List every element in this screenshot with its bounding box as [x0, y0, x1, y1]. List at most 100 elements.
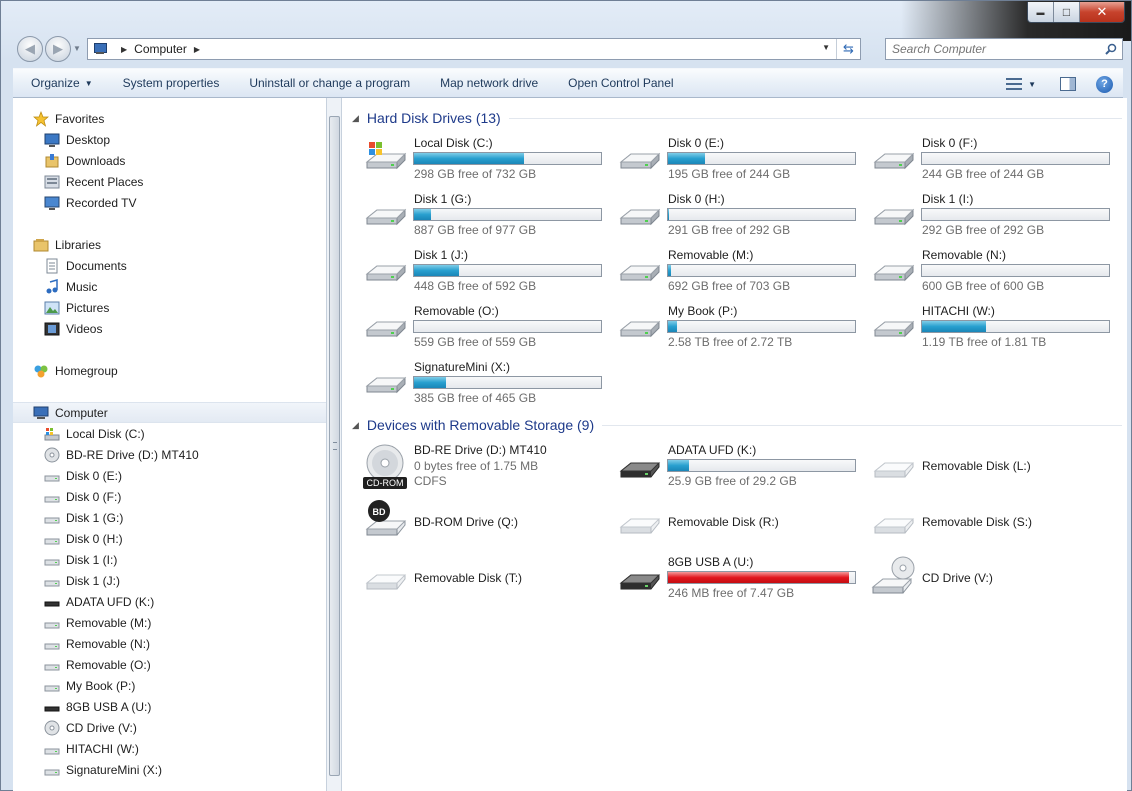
forward-button[interactable]: ▶	[45, 36, 71, 62]
organize-button[interactable]: Organize ▼	[13, 68, 108, 98]
nav-item-documents[interactable]: Documents	[13, 255, 326, 276]
hard-drive-icon	[361, 248, 409, 296]
refresh-button[interactable]: ⇆	[836, 39, 860, 59]
device-adata-ufd-k[interactable]: ADATA UFD (K:) 25.9 GB free of 29.2 GB	[615, 443, 865, 493]
disc-drive-icon	[44, 720, 60, 736]
address-history-dropdown-icon[interactable]: ▼	[822, 43, 830, 52]
drive-removable-n[interactable]: Removable (N:) 600 GB free of 600 GB	[869, 248, 1119, 298]
nav-item-recent-places[interactable]: Recent Places	[13, 171, 326, 192]
nav-item-signaturemini-x[interactable]: SignatureMini (X:)	[13, 759, 326, 780]
capacity-bar	[413, 264, 602, 277]
drive-disk-0-h[interactable]: Disk 0 (H:) 291 GB free of 292 GB	[615, 192, 865, 242]
nav-favorites[interactable]: Favorites	[13, 108, 326, 129]
group-header-removable-storage[interactable]: ◢ Devices with Removable Storage (9)	[352, 414, 1122, 436]
device-cd-drive-v[interactable]: CD Drive (V:)	[869, 555, 1119, 605]
nav-item-videos[interactable]: Videos	[13, 318, 326, 339]
device-removable-disk-l[interactable]: Removable Disk (L:)	[869, 443, 1119, 493]
nav-item-my-book-p[interactable]: My Book (P:)	[13, 675, 326, 696]
nav-item-disk-0-h[interactable]: Disk 0 (H:)	[13, 528, 326, 549]
drive-disk-1-g[interactable]: Disk 1 (G:) 887 GB free of 977 GB	[361, 192, 611, 242]
nav-item-downloads[interactable]: Downloads	[13, 150, 326, 171]
removable-disk-icon	[361, 555, 409, 603]
drive-my-book-p[interactable]: My Book (P:) 2.58 TB free of 2.72 TB	[615, 304, 865, 354]
nav-item-hitachi-w[interactable]: HITACHI (W:)	[13, 738, 326, 759]
help-icon[interactable]: ?	[1096, 75, 1113, 93]
address-bar[interactable]: ▶ Computer ▶ ▼ ⇆	[87, 38, 861, 60]
uninstall-program-button[interactable]: Uninstall or change a program	[234, 68, 425, 98]
breadcrumb-computer[interactable]: Computer	[134, 42, 187, 56]
device-bd-re-drive-d-mt410[interactable]: CD-ROM BD-RE Drive (D:) MT410 0 bytes free…	[361, 443, 611, 493]
group-header-hard-disk-drives[interactable]: ◢ Hard Disk Drives (13)	[352, 107, 1122, 129]
nav-item-desktop[interactable]: Desktop	[13, 129, 326, 150]
nav-item-music[interactable]: Music	[13, 276, 326, 297]
favorites-star-icon	[33, 110, 49, 127]
change-view-icon[interactable]	[1006, 78, 1023, 90]
nav-item-removable-o[interactable]: Removable (O:)	[13, 654, 326, 675]
collapse-triangle-icon[interactable]: ◢	[352, 420, 359, 431]
nav-item-removable-n[interactable]: Removable (N:)	[13, 633, 326, 654]
device-bd-rom-drive-q[interactable]: BD BD-ROM Drive (Q:)	[361, 499, 611, 549]
nav-item-disk-0-e[interactable]: Disk 0 (E:)	[13, 465, 326, 486]
drive-disk-0-f[interactable]: Disk 0 (F:) 244 GB free of 244 GB	[869, 136, 1119, 186]
search-icon[interactable]	[1105, 43, 1117, 55]
navigation-scrollbar[interactable]	[326, 98, 342, 791]
search-box[interactable]	[885, 38, 1123, 60]
nav-libraries[interactable]: Libraries	[13, 234, 326, 255]
preview-pane-icon[interactable]	[1060, 77, 1076, 91]
nav-item-disk-1-j[interactable]: Disk 1 (J:)	[13, 570, 326, 591]
hard-drive-icon	[44, 615, 60, 631]
drive-disk-1-j[interactable]: Disk 1 (J:) 448 GB free of 592 GB	[361, 248, 611, 298]
view-options-dropdown-icon[interactable]: ▼	[1028, 80, 1036, 89]
breadcrumb-separator-icon[interactable]: ▶	[194, 45, 200, 54]
system-properties-button[interactable]: System properties	[108, 68, 235, 98]
recent-pages-dropdown[interactable]: ▼	[73, 44, 81, 53]
minimize-button[interactable]: ▬	[1028, 2, 1054, 22]
nav-item-bd-re-drive-d-mt410[interactable]: BD-RE Drive (D:) MT410	[13, 444, 326, 465]
drive-disk-0-e[interactable]: Disk 0 (E:) 195 GB free of 244 GB	[615, 136, 865, 186]
device-8gb-usb-a-u[interactable]: 8GB USB A (U:) 246 MB free of 7.47 GB	[615, 555, 865, 605]
nav-item-removable-n-label: Removable (N:)	[66, 636, 151, 651]
capacity-bar	[413, 376, 602, 389]
nav-item-removable-m[interactable]: Removable (M:)	[13, 612, 326, 633]
nav-item-cd-drive-v[interactable]: CD Drive (V:)	[13, 717, 326, 738]
open-control-panel-button[interactable]: Open Control Panel	[553, 68, 688, 98]
close-button[interactable]: ✕	[1080, 2, 1124, 22]
nav-libraries-label: Libraries	[55, 237, 102, 252]
recorded-tv-icon	[44, 195, 60, 211]
nav-computer[interactable]: Computer	[13, 402, 326, 423]
map-network-drive-button[interactable]: Map network drive	[425, 68, 553, 98]
drive-local-disk-c[interactable]: Local Disk (C:) 298 GB free of 732 GB	[361, 136, 611, 186]
hard-drive-icon	[44, 510, 60, 526]
drive-removable-o[interactable]: Removable (O:) 559 GB free of 559 GB	[361, 304, 611, 354]
maximize-button[interactable]: □	[1054, 2, 1080, 22]
nav-item-pictures[interactable]: Pictures	[13, 297, 326, 318]
capacity-bar	[667, 152, 856, 165]
nav-item-8gb-usb-a-u[interactable]: 8GB USB A (U:)	[13, 696, 326, 717]
drive-signaturemini-x[interactable]: SignatureMini (X:) 385 GB free of 465 GB	[361, 360, 611, 410]
nav-item-disk-1-g[interactable]: Disk 1 (G:)	[13, 507, 326, 528]
nav-item-disk-0-f[interactable]: Disk 0 (F:)	[13, 486, 326, 507]
drive-removable-m[interactable]: Removable (M:) 692 GB free of 703 GB	[615, 248, 865, 298]
device-removable-disk-s[interactable]: Removable Disk (S:)	[869, 499, 1119, 549]
drive-hitachi-w[interactable]: HITACHI (W:) 1.19 TB free of 1.81 TB	[869, 304, 1119, 354]
toolbar-right: ▼ ?	[1006, 69, 1123, 99]
scrollbar-thumb[interactable]	[329, 116, 340, 776]
nav-homegroup[interactable]: Homegroup	[13, 360, 326, 381]
nav-item-adata-ufd-k[interactable]: ADATA UFD (K:)	[13, 591, 326, 612]
removable-disk-icon	[869, 499, 917, 547]
open-control-panel-label: Open Control Panel	[568, 76, 674, 90]
drive-disk-1-i[interactable]: Disk 1 (I:) 292 GB free of 292 GB	[869, 192, 1119, 242]
breadcrumb-separator-icon[interactable]: ▶	[121, 45, 127, 54]
collapse-triangle-icon[interactable]: ◢	[352, 113, 359, 124]
group-title: Hard Disk Drives (13)	[366, 110, 501, 126]
capacity-bar	[667, 459, 856, 472]
nav-item-disk-1-i[interactable]: Disk 1 (I:)	[13, 549, 326, 570]
device-removable-disk-r[interactable]: Removable Disk (R:)	[615, 499, 865, 549]
nav-item-recorded-tv[interactable]: Recorded TV	[13, 192, 326, 213]
device-removable-disk-t[interactable]: Removable Disk (T:)	[361, 555, 611, 605]
back-button[interactable]: ◀	[17, 36, 43, 62]
free-space-text: 244 GB free of 244 GB	[922, 167, 1045, 181]
nav-item-local-disk-c[interactable]: Local Disk (C:)	[13, 423, 326, 444]
nav-item-pictures-label: Pictures	[66, 300, 110, 315]
search-input[interactable]	[892, 42, 1092, 56]
